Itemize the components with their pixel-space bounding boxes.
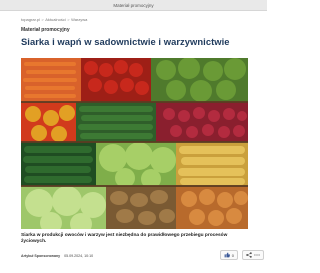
article-lead: Siarka w produkcji owoców i warzyw jest … — [21, 233, 228, 245]
share-button[interactable] — [242, 250, 264, 260]
breadcrumb-item-news[interactable]: Aktualności — [45, 17, 65, 22]
promo-banner: Materiał promocyjny — [0, 0, 267, 11]
article-author[interactable]: Artykuł Sponsorowany — [21, 254, 60, 258]
like-button[interactable]: 0 — [219, 250, 238, 260]
article-hero-image — [21, 58, 248, 229]
article-meta: Artykuł Sponsorowany 05.09.2024, 10:10 — [21, 254, 93, 258]
thumbs-up-icon — [224, 252, 230, 258]
breadcrumb: topagrar.pl > Aktualności > Warzywa — [21, 17, 88, 22]
promo-banner-label: Materiał promocyjny — [113, 2, 154, 8]
article-category: Materiał promocyjny — [21, 27, 70, 33]
article-title: Siarka i wapń w sadownictwie i warzywnic… — [21, 36, 230, 47]
more-icon — [254, 253, 260, 257]
article-date: 05.09.2024, 10:10 — [64, 254, 94, 258]
vegetable-market-photo — [21, 58, 248, 229]
breadcrumb-item-vegetables[interactable]: Warzywa — [71, 17, 87, 22]
breadcrumb-item-home[interactable]: topagrar.pl — [21, 17, 40, 22]
share-icon — [246, 252, 252, 258]
article-actions: 0 — [219, 250, 264, 260]
like-count: 0 — [231, 252, 234, 258]
